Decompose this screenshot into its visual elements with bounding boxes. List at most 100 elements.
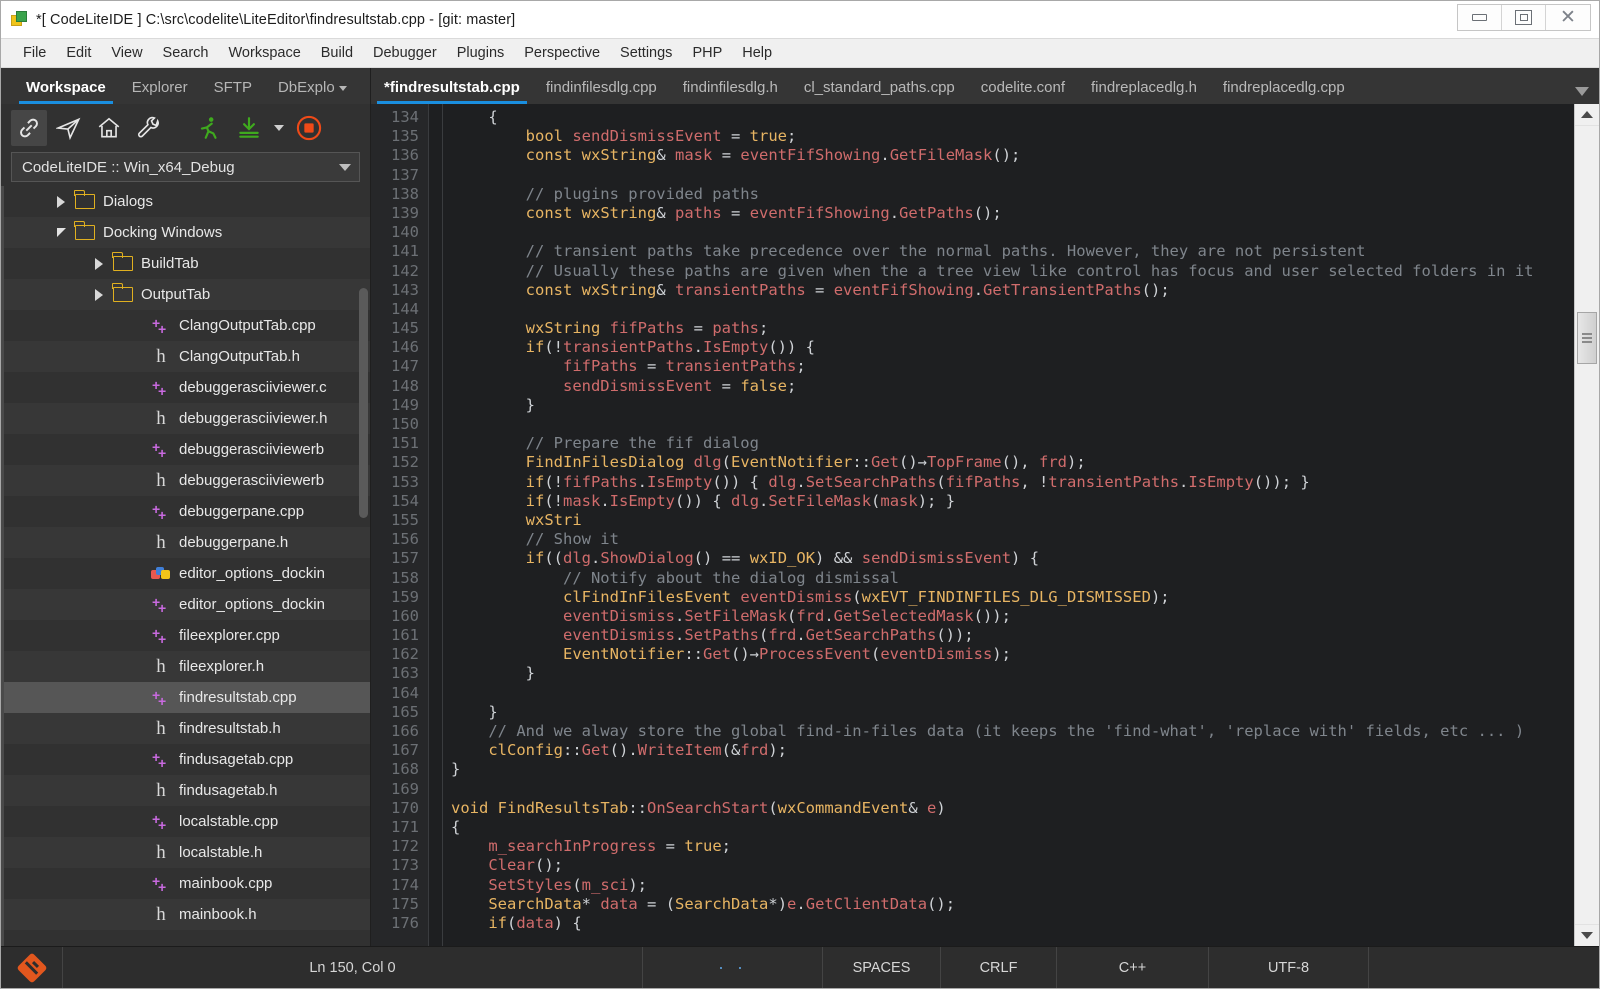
code-line[interactable]: } <box>451 664 1574 683</box>
git-icon[interactable] <box>1 947 63 988</box>
code-line[interactable]: } <box>451 703 1574 722</box>
editor-tab-codeliteconf[interactable]: codelite.conf <box>968 79 1078 104</box>
tree-item[interactable]: editor_options_dockin <box>4 558 370 589</box>
build-dropdown-caret[interactable] <box>271 110 287 146</box>
sidebar-tab-workspace[interactable]: Workspace <box>13 79 119 104</box>
code-line[interactable]: const wxString& transientPaths = eventFi… <box>451 281 1574 300</box>
code-line[interactable]: eventDismiss.SetPaths(frd.GetSearchPaths… <box>451 626 1574 645</box>
close-button[interactable]: ✕ <box>1546 5 1590 30</box>
sidebar-tab-sftp[interactable]: SFTP <box>201 79 265 104</box>
code-line[interactable]: // plugins provided paths <box>451 185 1574 204</box>
code-content[interactable]: { bool sendDismissEvent = true; const wx… <box>443 104 1574 946</box>
editor-tab-findinfilesdlgh[interactable]: findinfilesdlg.h <box>670 79 791 104</box>
code-line[interactable]: eventDismiss.SetFileMask(frd.GetSelected… <box>451 607 1574 626</box>
send-icon[interactable] <box>51 110 87 146</box>
code-line[interactable]: if(!fifPaths.IsEmpty()) { dlg.SetSearchP… <box>451 473 1574 492</box>
tree-item[interactable]: hmainbook.h <box>4 899 370 930</box>
tree-item[interactable]: Dialogs <box>4 186 370 217</box>
menu-item-workspace[interactable]: Workspace <box>219 39 311 67</box>
tree-expand-icon[interactable] <box>92 288 106 302</box>
code-line[interactable]: m_searchInProgress = true; <box>451 837 1574 856</box>
tree-item[interactable]: ++findusagetab.cpp <box>4 744 370 775</box>
menu-item-plugins[interactable]: Plugins <box>447 39 515 67</box>
wrench-icon[interactable] <box>131 110 167 146</box>
tree-item[interactable]: hfileexplorer.h <box>4 651 370 682</box>
tree-item[interactable]: ++fileexplorer.cpp <box>4 620 370 651</box>
code-line[interactable]: // transient paths take precedence over … <box>451 242 1574 261</box>
code-line[interactable]: // Prepare the fif dialog <box>451 434 1574 453</box>
code-line[interactable]: { <box>451 108 1574 127</box>
indentation-mode[interactable]: SPACES <box>823 947 941 988</box>
tree-scrollbar-thumb[interactable] <box>359 288 368 518</box>
scrollbar-thumb[interactable] <box>1577 312 1597 364</box>
tree-item[interactable]: ++debuggerasciiviewer.c <box>4 372 370 403</box>
code-line[interactable]: sendDismissEvent = false; <box>451 377 1574 396</box>
tree-expand-icon[interactable] <box>92 257 106 271</box>
tree-item[interactable]: OutputTab <box>4 279 370 310</box>
tree-item[interactable]: ++mainbook.cpp <box>4 868 370 899</box>
code-line[interactable] <box>451 166 1574 185</box>
fold-margin[interactable] <box>429 104 443 946</box>
menu-item-file[interactable]: File <box>13 39 56 67</box>
code-line[interactable]: Clear(); <box>451 856 1574 875</box>
code-line[interactable]: if(data) { <box>451 914 1574 933</box>
minimize-button[interactable] <box>1458 5 1502 30</box>
tree-item[interactable]: hdebuggerasciiviewer.h <box>4 403 370 434</box>
tree-item[interactable]: BuildTab <box>4 248 370 279</box>
tree-item[interactable]: ++editor_options_dockin <box>4 589 370 620</box>
code-line[interactable] <box>451 415 1574 434</box>
editor-vertical-scrollbar[interactable] <box>1574 104 1599 946</box>
editor-tab-findreplacedlgh[interactable]: findreplacedlg.h <box>1078 79 1210 104</box>
menu-item-build[interactable]: Build <box>311 39 363 67</box>
code-line[interactable]: if(!transientPaths.IsEmpty()) { <box>451 338 1574 357</box>
editor-tab-findinfilesdlgcpp[interactable]: findinfilesdlg.cpp <box>533 79 670 104</box>
encoding-mode[interactable]: UTF-8 <box>1209 947 1369 988</box>
tree-item[interactable]: hfindresultstab.h <box>4 713 370 744</box>
code-line[interactable]: } <box>451 396 1574 415</box>
build-icon[interactable] <box>231 110 267 146</box>
code-line[interactable]: wxString fifPaths = paths; <box>451 319 1574 338</box>
code-line[interactable]: bool sendDismissEvent = true; <box>451 127 1574 146</box>
menu-item-edit[interactable]: Edit <box>56 39 101 67</box>
chevron-down-icon[interactable] <box>1575 87 1589 96</box>
code-line[interactable]: // Show it <box>451 530 1574 549</box>
eol-mode[interactable]: CRLF <box>941 947 1057 988</box>
code-line[interactable]: const wxString& mask = eventFifShowing.G… <box>451 146 1574 165</box>
code-line[interactable]: // Notify about the dialog dismissal <box>451 569 1574 588</box>
code-line[interactable] <box>451 223 1574 242</box>
code-line[interactable]: // And we alway store the global find-in… <box>451 722 1574 741</box>
scroll-up-arrow[interactable] <box>1575 104 1599 126</box>
menu-item-view[interactable]: View <box>101 39 152 67</box>
tree-item[interactable]: ++debuggerasciiviewerb <box>4 434 370 465</box>
code-line[interactable]: EventNotifier::Get()→ProcessEvent(eventD… <box>451 645 1574 664</box>
menu-item-php[interactable]: PHP <box>682 39 732 67</box>
tree-item[interactable]: hlocalstable.h <box>4 837 370 868</box>
sidebar-tab-explorer[interactable]: Explorer <box>119 79 201 104</box>
tree-item[interactable]: hClangOutputTab.h <box>4 341 370 372</box>
menu-item-debugger[interactable]: Debugger <box>363 39 447 67</box>
tree-item[interactable]: ++findresultstab.cpp <box>4 682 370 713</box>
tree-expand-icon[interactable] <box>54 195 68 209</box>
menu-item-settings[interactable]: Settings <box>610 39 682 67</box>
code-line[interactable]: } <box>451 760 1574 779</box>
editor-tab-findresultstabcpp[interactable]: *findresultstab.cpp <box>371 79 533 104</box>
code-line[interactable]: SearchData* data = (SearchData*)e.GetCli… <box>451 895 1574 914</box>
code-line[interactable]: clFindInFilesEvent eventDismiss(wxEVT_FI… <box>451 588 1574 607</box>
code-line[interactable]: const wxString& paths = eventFifShowing.… <box>451 204 1574 223</box>
editor-tab-findreplacedlgcpp[interactable]: findreplacedlg.cpp <box>1210 79 1358 104</box>
home-icon[interactable] <box>91 110 127 146</box>
sidebar-tab-dbexplo[interactable]: DbExplo <box>265 79 360 104</box>
build-configuration-selector[interactable]: CodeLiteIDE :: Win_x64_Debug <box>11 152 360 182</box>
tree-item[interactable]: hdebuggerpane.h <box>4 527 370 558</box>
tree-item[interactable]: ++localstable.cpp <box>4 806 370 837</box>
code-line[interactable]: fifPaths = transientPaths; <box>451 357 1574 376</box>
code-line[interactable]: if((dlg.ShowDialog() == wxID_OK) && send… <box>451 549 1574 568</box>
code-line[interactable]: FindInFilesDialog dlg(EventNotifier::Get… <box>451 453 1574 472</box>
code-line[interactable] <box>451 300 1574 319</box>
menu-item-help[interactable]: Help <box>732 39 782 67</box>
code-line[interactable]: if(!mask.IsEmpty()) { dlg.SetFileMask(ma… <box>451 492 1574 511</box>
editor-tab-cl_standard_pathscpp[interactable]: cl_standard_paths.cpp <box>791 79 968 104</box>
scroll-down-arrow[interactable] <box>1575 924 1599 946</box>
tree-item[interactable]: hfindusagetab.h <box>4 775 370 806</box>
code-line[interactable]: clConfig::Get().WriteItem(&frd); <box>451 741 1574 760</box>
